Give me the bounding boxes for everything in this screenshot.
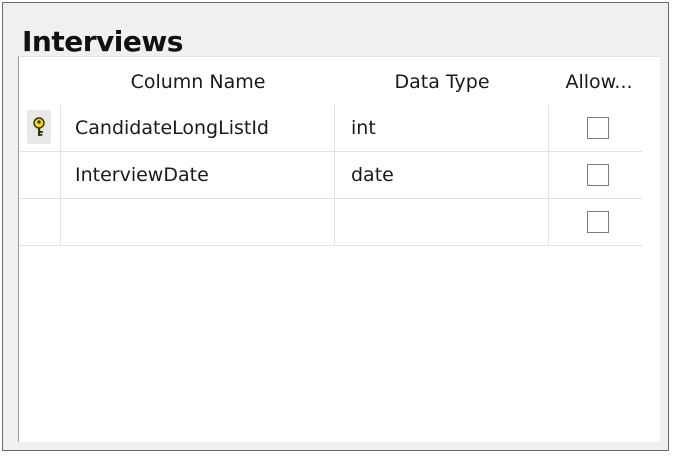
data-type-cell[interactable] <box>335 199 549 245</box>
grid-header: Column Name Data Type Allow... <box>19 57 660 105</box>
column-name-cell[interactable] <box>61 199 335 245</box>
allow-nulls-checkbox[interactable] <box>587 211 609 233</box>
table-row[interactable] <box>19 199 642 246</box>
allow-nulls-cell <box>549 105 642 151</box>
table-title: Interviews <box>22 25 183 58</box>
row-selector[interactable] <box>19 152 61 198</box>
allow-nulls-checkbox[interactable] <box>587 117 609 139</box>
row-selector[interactable] <box>19 199 61 245</box>
column-grid: Column Name Data Type Allow... Candidate… <box>18 56 660 442</box>
column-name-cell[interactable]: CandidateLongListId <box>61 105 335 151</box>
primary-key-icon <box>27 110 51 144</box>
data-type-cell[interactable]: date <box>335 152 549 198</box>
table-row[interactable]: CandidateLongListId int <box>19 105 642 152</box>
data-type-header: Data Type <box>394 71 490 93</box>
row-selector[interactable] <box>19 105 61 151</box>
allow-nulls-checkbox[interactable] <box>587 164 609 186</box>
allow-nulls-cell <box>549 152 642 198</box>
column-name-cell[interactable]: InterviewDate <box>61 152 335 198</box>
data-type-cell[interactable]: int <box>335 105 549 151</box>
column-name-header: Column Name <box>130 71 266 93</box>
table-row[interactable]: InterviewDate date <box>19 152 642 199</box>
allow-nulls-cell <box>549 199 642 245</box>
table-designer-box: Interviews Column Name Data Type Allow..… <box>2 2 669 451</box>
allow-nulls-header: Allow... <box>565 71 633 93</box>
